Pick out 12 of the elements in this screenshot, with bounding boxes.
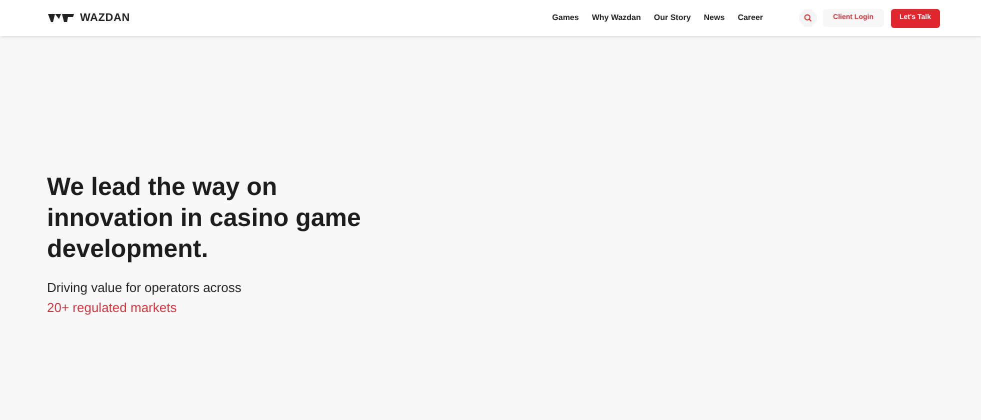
nav-link[interactable]: News <box>704 12 725 24</box>
hero-subtitle: Driving value for operators across <box>47 279 242 297</box>
nav-link[interactable]: Career <box>738 12 764 24</box>
markets-highlight: 20+ regulated markets <box>47 299 178 317</box>
hero-title: We lead the way on innovation in casino game development. <box>47 172 362 265</box>
nav-link[interactable]: Games <box>552 12 579 24</box>
logo-text: WAZDAN <box>80 10 130 26</box>
logo-icon <box>48 14 74 22</box>
nav-link[interactable]: Why Wazdan <box>592 12 641 24</box>
search-icon <box>804 14 812 22</box>
nav-link[interactable]: Our Story <box>654 12 691 24</box>
search-button[interactable] <box>799 9 818 27</box>
